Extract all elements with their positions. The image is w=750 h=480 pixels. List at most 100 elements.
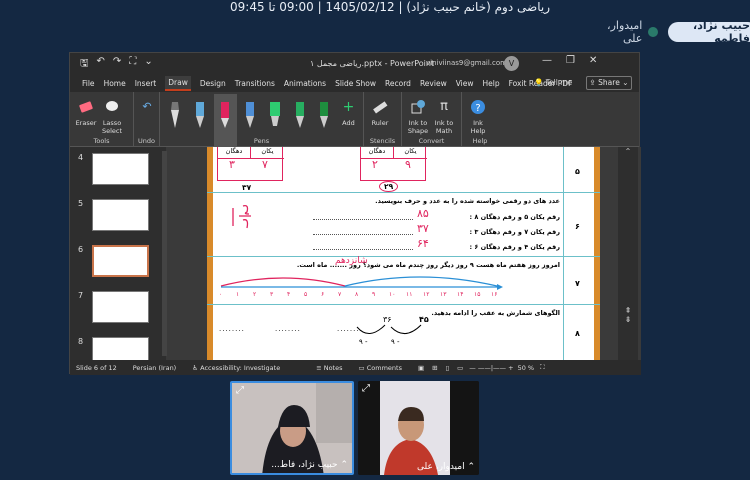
thumbnail-number: 4 [78,153,84,162]
slide-thumbnail-6-selected[interactable]: 6 [78,245,162,279]
thumbnail-number: 5 [78,199,84,208]
powerpoint-window: 🖫 ↶ ↷ ⛶ ⌄ ریاضی مجمل ۱.pptx - PowerPoint… [69,52,641,375]
slide-thumbnail-5[interactable]: 5 [78,199,162,233]
question-number: ۶ [575,222,580,231]
thumbnail-image [92,291,149,323]
fit-to-window-icon[interactable]: ⛶ [540,363,545,372]
close-icon[interactable]: ✕ [589,55,597,66]
ribbon-group-help: ? Ink Help Help [462,92,498,146]
slide-canvas[interactable]: دهگان یکان ۳ ۷ دهگان یکان ۲ ۹ ۳۷ ۲۹ ۵ عد… [207,147,600,360]
number-line-tick: ۳ [270,291,274,298]
thumbnail-number: 8 [78,337,84,346]
video-tile-teacher[interactable]: ⤢ ⌃ حبیب نژاد، فاط... [230,381,354,475]
answer-line [313,219,413,220]
video-name-label: امیدوار، علی [417,462,465,472]
participant-chip-other[interactable]: امیدوار، علی [578,19,666,45]
group-label: Pens [253,137,270,145]
tab-file[interactable]: File [82,79,95,88]
expand-icon[interactable]: ⤢ [362,383,370,394]
zoom-level[interactable]: 50 % [518,364,535,372]
lasso-icon [103,97,121,117]
number-line-tick: ۲ [253,291,257,298]
ink-help-label: Ink Help [470,119,486,135]
tab-view[interactable]: View [456,79,474,88]
undo-icon[interactable]: ↶ [97,56,105,73]
minimize-icon[interactable]: — [542,55,552,66]
eraser-label: Eraser [75,119,97,127]
participant-chip-active[interactable]: حبیب نژاد، فاطمه [668,19,750,45]
slide-border-left [207,147,213,360]
account-email[interactable]: viniviinas9@gmail.com [426,59,507,67]
tab-transitions[interactable]: Transitions [235,79,275,88]
reading-view-icon[interactable]: ▯ [446,364,450,372]
video-tile-student[interactable]: ⤢ ⌃ امیدوار، علی [358,381,479,475]
restore-icon[interactable]: ❐ [566,55,575,66]
handwritten-answer: شانزدهم [335,256,368,266]
pen-icon [320,102,329,128]
share-button[interactable]: ⇪ Share ⌄ [586,76,632,90]
plus-icon: + [342,99,355,115]
number-line-tick: ۰ [219,291,223,298]
ribbon-group-convert: Ink to Shape π Ink to Math Convert [402,92,462,146]
normal-view-icon[interactable]: ▣ [418,364,424,372]
number-line-tick: ۶ [321,291,325,298]
tell-me-search[interactable]: 💡 Tell me [534,78,572,87]
tab-review[interactable]: Review [420,79,447,88]
thumbnail-scrollbar[interactable] [162,151,167,356]
tab-design[interactable]: Design [200,79,226,88]
question-number-column [563,147,600,360]
ruler-label: Ruler [371,119,389,127]
tab-insert[interactable]: Insert [135,79,157,88]
collapse-icon[interactable]: ⌃ [618,147,638,156]
redo-icon[interactable]: ↷ [113,56,121,73]
dropdown-icon[interactable]: ⌄ [144,56,152,73]
pen-icon [196,102,205,128]
tab-help[interactable]: Help [483,79,500,88]
slide-thumbnail-7[interactable]: 7 [78,291,162,325]
blank-dots: ........ [275,325,301,333]
slide-thumbnail-4[interactable]: 4 [78,153,162,187]
language-indicator[interactable]: Persian (Iran) [133,364,177,372]
answer-line [313,234,413,235]
save-icon[interactable]: 🖫 [80,56,89,73]
prev-slide-icon[interactable]: ⇞ [618,306,638,315]
zoom-slider[interactable]: — ——|—— + [469,364,513,372]
participant-name: امیدوار، علی [607,19,643,45]
notes-label: Notes [323,363,343,372]
share-label: Share [598,78,620,87]
status-bar: Slide 6 of 12 Persian (Iran) ♿ Accessibi… [70,360,641,375]
svg-text:?: ? [475,103,480,114]
document-title: ریاضی مجمل ۱.pptx - PowerPoint [310,59,435,68]
tab-record[interactable]: Record [385,79,411,88]
tab-animations[interactable]: Animations [284,79,326,88]
expand-icon[interactable]: ⤢ [236,385,244,396]
next-slide-icon[interactable]: ⇟ [618,315,638,324]
notes-button[interactable]: ≡ Notes [316,364,342,372]
number-line-tick: ۱۰ [389,291,396,298]
slide-sorter-icon[interactable]: ⊞ [432,364,437,372]
avatar[interactable]: V [504,56,519,71]
number-line-tick: ۱۴ [457,291,464,298]
tab-slide-show[interactable]: Slide Show [335,79,376,88]
thumbnail-image [92,153,149,185]
handwritten-digit: ۲ [372,158,378,171]
shapes-icon [409,97,427,117]
pi-icon: π [440,99,448,114]
comments-label: Comments [366,363,402,372]
video-name-label: حبیب نژاد، فاط... [271,460,338,470]
slideshow-icon[interactable]: ▭ [457,364,463,372]
customize-icon[interactable]: ⛶ [129,56,136,73]
thumbnail-image [92,199,149,231]
place-value-table-left: دهگان یکان ۳ ۷ [217,147,284,181]
tab-home[interactable]: Home [104,79,126,88]
thumbnail-number: 7 [78,291,84,300]
slide-vertical-scrollbar[interactable]: ⌃ ⇞ ⇟ [618,147,638,360]
question-item: رقم یکان ۷ و رقم دهگان ۳ : [469,228,560,236]
comments-button[interactable]: ▭ Comments [359,364,402,372]
result-number: ۳۷ [242,183,252,192]
blank-dots: ........ [219,325,245,333]
group-label: Tools [93,137,110,145]
tab-draw[interactable]: Draw [165,76,191,91]
accessibility-status[interactable]: ♿ Accessibility: Investigate [192,364,280,372]
number-line-tick: ۱۲ [423,291,430,298]
